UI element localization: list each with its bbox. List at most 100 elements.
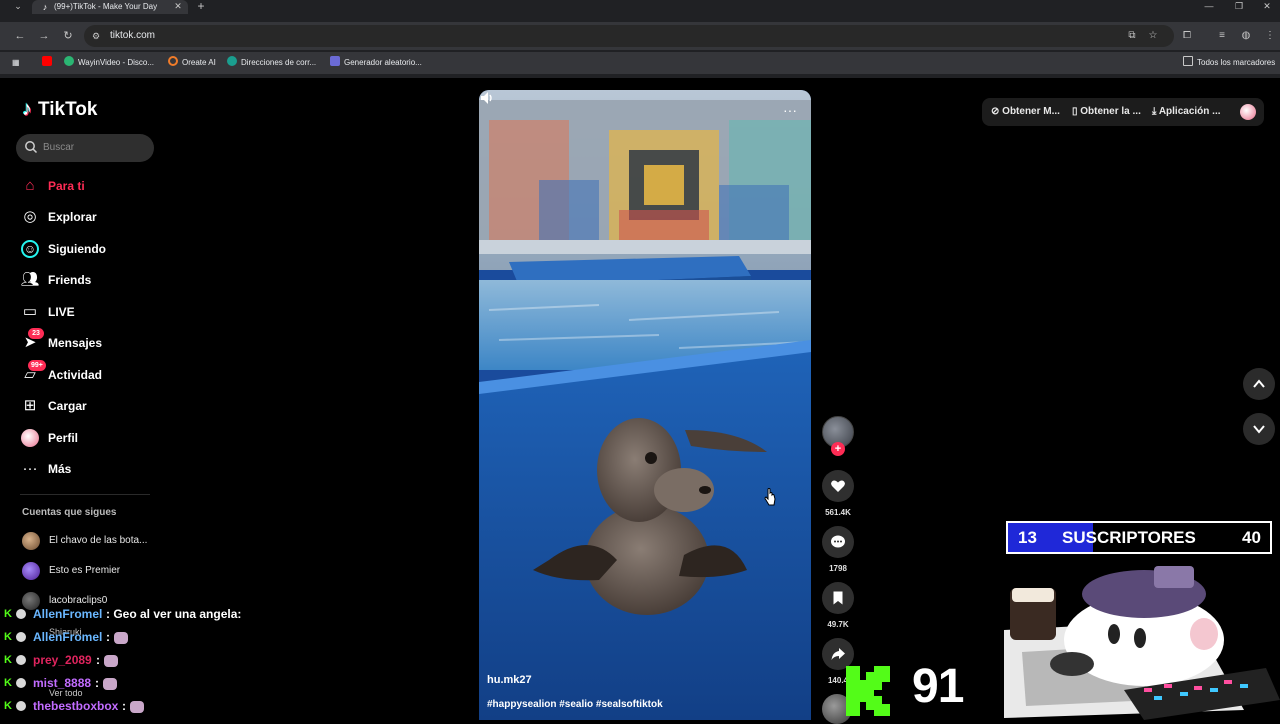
- install-app-icon[interactable]: ⧉: [1124, 28, 1140, 44]
- chat-text: :: [122, 699, 126, 713]
- activity-badge: 99+: [28, 360, 46, 371]
- user-avatar[interactable]: [1240, 104, 1256, 120]
- tab-close-icon[interactable]: ✕: [172, 0, 184, 14]
- chat-text: :: [95, 676, 99, 690]
- bookmark-oreate[interactable]: Oreate AI: [168, 56, 216, 70]
- nav-perfil[interactable]: Perfil: [18, 426, 168, 450]
- reload-icon[interactable]: ↻: [60, 28, 76, 44]
- cat-typing-overlay: [1004, 566, 1280, 720]
- video-description[interactable]: #happysealion #sealio #sealsoftiktok: [487, 698, 663, 712]
- chat-emote-icon: [104, 655, 118, 667]
- following-account[interactable]: Esto es Premier: [22, 560, 172, 582]
- minimize-icon[interactable]: —: [1194, 0, 1224, 14]
- save-button[interactable]: [822, 582, 854, 614]
- nav-live[interactable]: ▭ LIVE: [18, 300, 168, 324]
- tab-title: (99+)TikTok - Make Your Day: [54, 2, 158, 11]
- nav-label: Friends: [48, 273, 92, 287]
- generador-icon: [330, 56, 340, 66]
- bookmark-label: Oreate AI: [182, 58, 216, 67]
- video-author[interactable]: hu.mk27: [487, 673, 532, 687]
- restore-icon[interactable]: ❐: [1224, 0, 1254, 14]
- following-account-name: Esto es Premier: [49, 565, 121, 576]
- nav-label: Explorar: [48, 210, 97, 224]
- nav-label: Mensajes: [48, 336, 103, 350]
- chat-badge-icon: [16, 701, 26, 711]
- site-info-icon[interactable]: ⚙: [92, 29, 104, 43]
- logo-text: TikTok: [38, 99, 98, 120]
- subscriber-goal-widget: 13 SUSCRIPTORES 40: [1006, 521, 1272, 554]
- desktop-app-button[interactable]: ⤓ Aplicación ...: [1152, 105, 1221, 119]
- all-bookmarks-label: Todos los marcadores: [1197, 58, 1276, 67]
- comment-icon: [831, 535, 845, 548]
- back-icon[interactable]: ←: [12, 28, 28, 44]
- sea-lion-video-frame: [479, 90, 811, 720]
- subscriber-goal: 40: [1242, 528, 1261, 547]
- nav-label: Actividad: [48, 368, 103, 382]
- browser-menu-icon[interactable]: ⋮: [1262, 28, 1278, 44]
- kick-viewer-counter: 91: [844, 660, 972, 720]
- oreate-icon: [168, 56, 178, 66]
- follow-plus-icon[interactable]: +: [831, 442, 845, 456]
- browser-chrome: ⌄ ♪ (99+)TikTok - Make Your Day ✕ + — ❐ …: [0, 0, 1280, 78]
- tab-search-icon[interactable]: ⌄: [10, 0, 26, 14]
- nav-actividad[interactable]: ▱ 99+ Actividad: [18, 360, 168, 387]
- following-account[interactable]: El chavo de las bota...: [22, 530, 172, 552]
- chat-text: : Geo al ver una angela:: [106, 607, 242, 621]
- live-icon: ▭: [22, 303, 38, 320]
- wayin-icon: [64, 56, 74, 66]
- forward-icon[interactable]: →: [36, 28, 52, 44]
- stream-chat: K AllenFromel: Geo al ver una angela: K All…: [4, 606, 304, 718]
- messages-badge: 23: [28, 328, 44, 339]
- tiktok-favicon-icon: ♪: [42, 2, 48, 12]
- previous-video-button[interactable]: [1243, 368, 1275, 400]
- extensions-icon[interactable]: ⧠: [1179, 28, 1195, 44]
- nav-explorar[interactable]: ◎ Explorar: [18, 205, 168, 229]
- nav-label: Perfil: [48, 431, 79, 445]
- browser-toolbar: ← → ↻ ⚙ tiktok.com ⧉ ☆ ⧠ ≡ ◍ ⋮: [0, 22, 1280, 50]
- nav-siguiendo[interactable]: ☺ Siguiendo: [18, 237, 168, 261]
- browser-tab[interactable]: ♪ (99+)TikTok - Make Your Day ✕: [32, 0, 188, 14]
- nav-mensajes[interactable]: ➤ 23 Mensajes: [18, 328, 168, 355]
- volume-icon[interactable]: [479, 90, 495, 106]
- nav-friends[interactable]: 👥︎ Friends: [18, 268, 168, 292]
- media-icon[interactable]: ≡: [1214, 28, 1230, 44]
- window-close-icon[interactable]: ✕: [1252, 0, 1280, 14]
- kick-viewer-count: 91: [912, 660, 964, 713]
- nav-cargar[interactable]: ⊞ Cargar: [18, 394, 168, 418]
- search-input[interactable]: Buscar: [16, 134, 154, 162]
- get-app-button[interactable]: ▯ Obtener la ...: [1072, 105, 1141, 119]
- following-icon: ☺: [21, 240, 39, 258]
- apps-icon[interactable]: ▦: [12, 56, 20, 70]
- bookmark-label: WayinVideo - Disco...: [78, 58, 155, 67]
- bookmark-generador[interactable]: Generador aleatorio...: [330, 56, 422, 70]
- chevron-down-icon: [1253, 425, 1265, 434]
- nav-para-ti[interactable]: ⌂ Para ti: [18, 174, 168, 198]
- bookmark-wayin[interactable]: WayinVideo - Disco...: [64, 56, 154, 70]
- profile-globe-icon[interactable]: ◍: [1238, 28, 1254, 44]
- chat-text: :: [96, 653, 100, 667]
- new-tab-icon[interactable]: +: [194, 0, 208, 14]
- top-action-label: Obtener M...: [1002, 106, 1060, 117]
- video-player[interactable]: ··· hu.mk27 #happysealion #sealio #seals…: [479, 90, 811, 720]
- friends-icon: 👥︎: [20, 271, 40, 288]
- next-video-button[interactable]: [1243, 413, 1275, 445]
- nav-mas[interactable]: ··· Más: [18, 457, 168, 481]
- all-bookmarks-folder[interactable]: Todos los marcadores: [1183, 56, 1275, 70]
- bookmark-star-icon[interactable]: ☆: [1145, 28, 1161, 44]
- chat-username: AllenFromel: [33, 630, 103, 644]
- youtube-bookmark[interactable]: [42, 56, 56, 70]
- video-more-icon[interactable]: ···: [779, 102, 801, 118]
- top-actions-bar: ⊘ Obtener M... ▯ Obtener la ... ⤓ Aplica…: [982, 98, 1264, 126]
- search-icon: [25, 141, 38, 154]
- subscriber-label: SUSCRIPTORES: [1062, 528, 1196, 547]
- kick-logo-icon: [846, 666, 890, 716]
- address-bar[interactable]: ⚙ tiktok.com: [84, 25, 1174, 47]
- bookmark-direcciones[interactable]: Direcciones de corr...: [227, 56, 316, 70]
- chat-username: thebestboxbox: [33, 699, 119, 713]
- comment-count: 1798: [829, 564, 847, 573]
- comment-button[interactable]: [822, 526, 854, 558]
- get-coins-button[interactable]: ⊘ Obtener M...: [991, 105, 1060, 119]
- mouse-cursor-icon: [764, 488, 776, 506]
- heart-icon: [831, 480, 845, 492]
- like-button[interactable]: [822, 470, 854, 502]
